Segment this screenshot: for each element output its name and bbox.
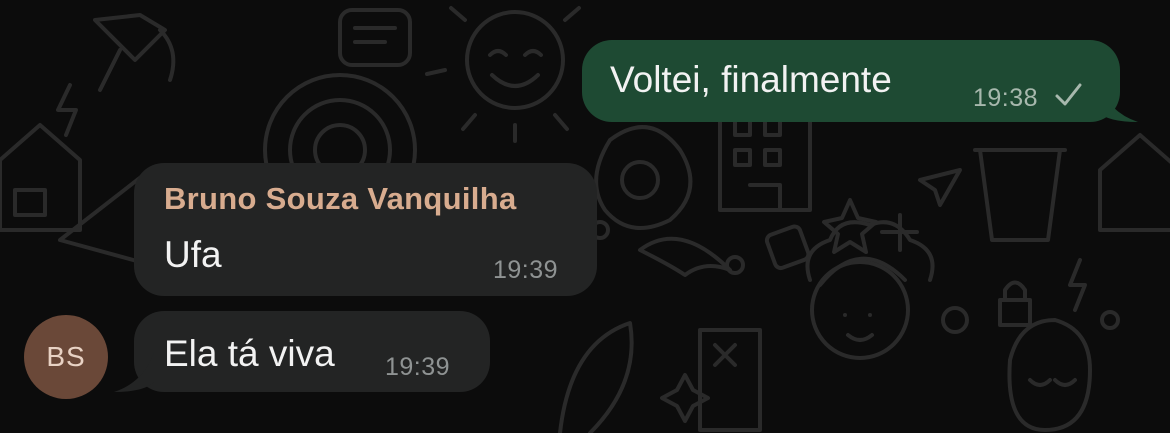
rocket-doodle bbox=[93, 13, 167, 92]
book-doodle bbox=[698, 328, 762, 432]
bubble-tail-outgoing bbox=[1098, 82, 1138, 122]
house-right-doodle bbox=[1098, 133, 1170, 232]
lock-doodle bbox=[998, 280, 1032, 327]
bolt-doodle bbox=[56, 83, 78, 137]
sun-doodle bbox=[425, 6, 605, 143]
leaf-doodle bbox=[558, 321, 634, 433]
plus-doodle bbox=[880, 213, 919, 252]
croissant-doodle bbox=[638, 236, 732, 277]
message-bubble-incoming[interactable]: Bruno Souza Vanquilha Ufa 19:39 bbox=[134, 163, 597, 296]
message-text: Ela tá viva bbox=[164, 333, 335, 374]
square-doodle bbox=[764, 224, 811, 271]
egg-doodle bbox=[594, 125, 693, 230]
house-doodle bbox=[0, 123, 82, 232]
single-check-icon bbox=[1055, 83, 1082, 106]
message-bubble-outgoing[interactable]: Voltei, finalmente 19:38 bbox=[582, 40, 1120, 122]
plane-doodle bbox=[918, 168, 962, 207]
avatar[interactable]: BS bbox=[24, 315, 108, 399]
avocado-doodle bbox=[1007, 318, 1092, 432]
pot-doodle bbox=[973, 148, 1067, 242]
message-text: Ufa bbox=[164, 234, 222, 275]
card-doodle bbox=[338, 8, 412, 67]
bolt-right-doodle bbox=[1068, 258, 1087, 312]
sender-name[interactable]: Bruno Souza Vanquilha bbox=[164, 182, 517, 216]
message-bubble-incoming[interactable]: Ela tá viva 19:39 bbox=[134, 311, 490, 392]
message-text: Voltei, finalmente bbox=[610, 59, 892, 100]
message-time: 19:39 bbox=[493, 256, 559, 284]
bubble-tail-incoming bbox=[114, 352, 154, 392]
message-time: 19:38 bbox=[973, 84, 1039, 112]
message-time: 19:39 bbox=[385, 353, 451, 381]
